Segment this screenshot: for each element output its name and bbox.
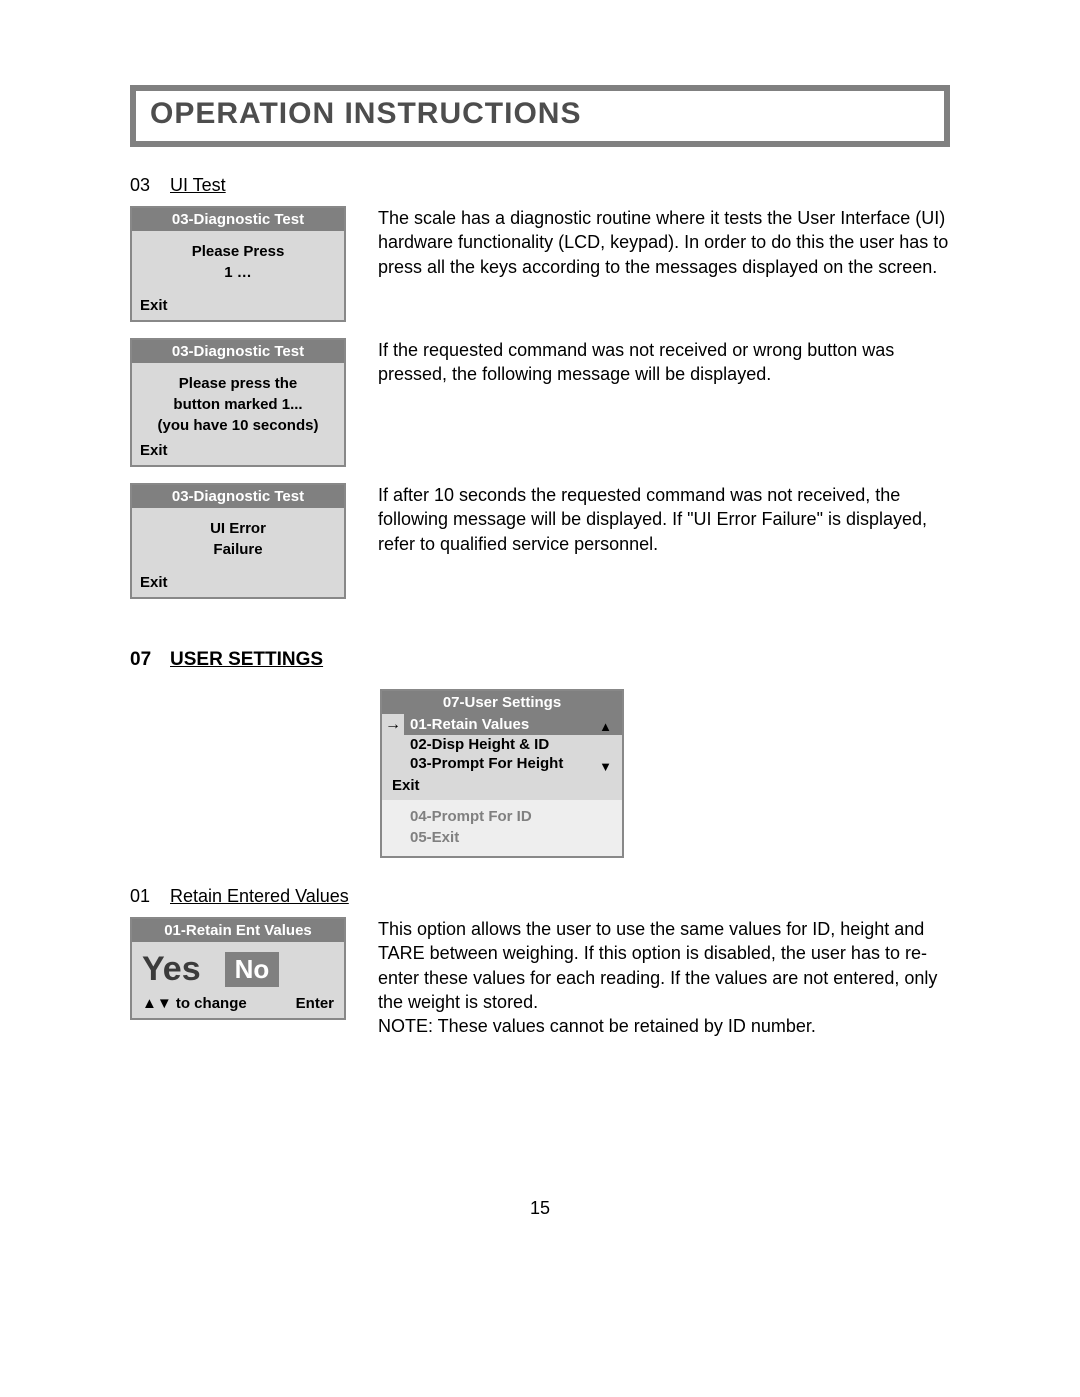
diag-screen-3-line1: UI Error bbox=[140, 518, 336, 539]
diag-screen-2-body: Please press the button marked 1... (you… bbox=[132, 363, 344, 442]
retain-screen: 01-Retain Ent Values Yes No ▲▼ to change… bbox=[130, 917, 346, 1020]
user-settings-menu-extra: 04-Prompt For ID 05-Exit bbox=[382, 800, 622, 856]
retain-change: ▲▼ to change bbox=[142, 995, 247, 1012]
menu-item-05: 05-Exit bbox=[410, 827, 616, 848]
diag-screen-1: 03-Diagnostic Test Please Press 1 … Exit bbox=[130, 206, 346, 322]
menu-item-01: 01-Retain Values bbox=[404, 714, 622, 735]
retain-enter: Enter bbox=[296, 995, 334, 1012]
scroll-down-icon: ▼ bbox=[599, 759, 612, 774]
diag-screen-1-body: Please Press 1 … bbox=[132, 231, 344, 297]
section-07-num: 07 bbox=[130, 649, 170, 671]
diag-screen-1-exit: Exit bbox=[132, 297, 344, 320]
diag-screen-3-body: UI Error Failure bbox=[132, 508, 344, 574]
row-screen3: 03-Diagnostic Test UI Error Failure Exit… bbox=[130, 483, 950, 599]
section-03-num: 03 bbox=[130, 175, 170, 196]
desc-retain: This option allows the user to use the s… bbox=[378, 917, 950, 1038]
row-retain: 01-Retain Ent Values Yes No ▲▼ to change… bbox=[130, 917, 950, 1038]
diag-screen-2-exit: Exit bbox=[132, 442, 344, 465]
desc-1: The scale has a diagnostic routine where… bbox=[378, 206, 950, 279]
diag-screen-2: 03-Diagnostic Test Please press the butt… bbox=[130, 338, 346, 467]
diag-screen-3-exit: Exit bbox=[132, 574, 344, 597]
diag-screen-2-line3: (you have 10 seconds) bbox=[140, 415, 336, 436]
diag-screen-2-line1: Please press the bbox=[140, 373, 336, 394]
user-settings-menu-title: 07-User Settings bbox=[382, 691, 622, 714]
diag-screen-1-line2: 1 … bbox=[140, 262, 336, 283]
menu-exit: Exit bbox=[382, 773, 622, 800]
retain-body: Yes No bbox=[132, 942, 344, 995]
section-01-header: 01 Retain Entered Values bbox=[130, 886, 950, 907]
retain-no: No bbox=[225, 952, 280, 987]
page-title-box: OPERATION INSTRUCTIONS bbox=[130, 85, 950, 147]
retain-screen-title: 01-Retain Ent Values bbox=[132, 919, 344, 942]
user-settings-menu: 07-User Settings ▲ → 01-Retain Values 02… bbox=[380, 689, 624, 858]
menu-item-03: 03-Prompt For Height bbox=[382, 754, 622, 773]
row-screen1: 03-Diagnostic Test Please Press 1 … Exit… bbox=[130, 206, 950, 322]
menu-arrow-icon: → bbox=[382, 714, 404, 735]
page-number: 15 bbox=[130, 1198, 950, 1219]
diag-screen-3-line2: Failure bbox=[140, 539, 336, 560]
diag-screen-1-line1: Please Press bbox=[140, 241, 336, 262]
diag-screen-3: 03-Diagnostic Test UI Error Failure Exit bbox=[130, 483, 346, 599]
page-title: OPERATION INSTRUCTIONS bbox=[150, 97, 930, 131]
section-01-label: Retain Entered Values bbox=[170, 886, 349, 907]
section-03-header: 03 UI Test bbox=[130, 175, 950, 196]
diag-screen-1-title: 03-Diagnostic Test bbox=[132, 208, 344, 231]
section-03-label: UI Test bbox=[170, 175, 226, 196]
menu-item-04: 04-Prompt For ID bbox=[410, 806, 616, 827]
diag-screen-3-title: 03-Diagnostic Test bbox=[132, 485, 344, 508]
desc-2: If the requested command was not receive… bbox=[378, 338, 950, 387]
retain-footer: ▲▼ to change Enter bbox=[132, 995, 344, 1018]
section-01-num: 01 bbox=[130, 886, 170, 907]
scroll-up-icon: ▲ bbox=[599, 719, 612, 734]
section-07-header: 07 USER SETTINGS bbox=[130, 649, 950, 671]
row-screen2: 03-Diagnostic Test Please press the butt… bbox=[130, 338, 950, 467]
user-settings-menu-main: 07-User Settings ▲ → 01-Retain Values 02… bbox=[382, 691, 622, 800]
desc-3: If after 10 seconds the requested comman… bbox=[378, 483, 950, 556]
diag-screen-2-title: 03-Diagnostic Test bbox=[132, 340, 344, 363]
menu-item-02: 02-Disp Height & ID bbox=[382, 735, 622, 754]
diag-screen-2-line2: button marked 1... bbox=[140, 394, 336, 415]
menu-selected-row: → 01-Retain Values bbox=[382, 714, 622, 735]
retain-yes: Yes bbox=[142, 950, 201, 989]
section-07-label: USER SETTINGS bbox=[170, 649, 323, 671]
